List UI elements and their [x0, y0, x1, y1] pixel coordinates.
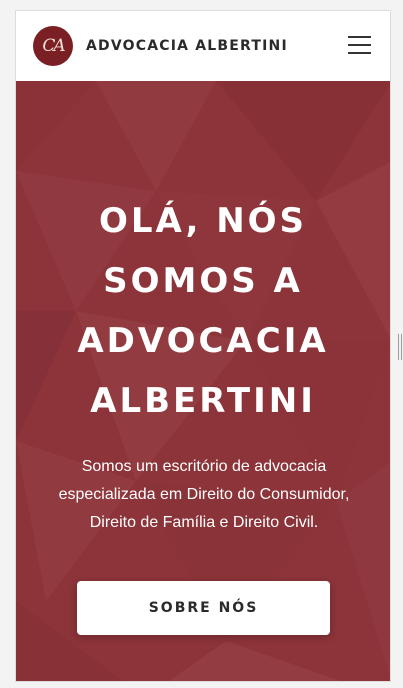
- about-us-button[interactable]: SOBRE NÓS: [77, 581, 330, 635]
- hero-description-line: Direito de Família e Direito Civil.: [89, 514, 319, 531]
- logo[interactable]: CA: [33, 26, 73, 66]
- logo-monogram: CA: [42, 36, 65, 56]
- hero-title-line: ADVOCACIA: [77, 321, 329, 361]
- hero-title-line: ALBERTINI: [90, 381, 316, 421]
- hamburger-menu-icon[interactable]: [348, 36, 371, 54]
- hero-description-line: Somos um escritório de advocacia: [81, 458, 327, 475]
- hero-title: OLÁ, NÓS SOMOS A ADVOCACIA ALBERTINI: [16, 191, 390, 431]
- brand-name[interactable]: ADVOCACIA ALBERTINI: [86, 38, 288, 54]
- hero-section: OLÁ, NÓS SOMOS A ADVOCACIA ALBERTINI Som…: [16, 81, 390, 681]
- hero-title-line: OLÁ, NÓS: [98, 201, 308, 241]
- mobile-page-frame: CA ADVOCACIA ALBERTINI OLÁ, NÓS SOMOS A …: [15, 10, 391, 682]
- drag-handle-icon[interactable]: [398, 334, 402, 360]
- hero-description-line: especializada em Direito do Consumidor,: [58, 486, 350, 503]
- hero-description: Somos um escritório de advocacia especia…: [46, 453, 362, 537]
- site-header: CA ADVOCACIA ALBERTINI: [16, 11, 390, 81]
- hero-title-line: SOMOS A: [103, 261, 303, 301]
